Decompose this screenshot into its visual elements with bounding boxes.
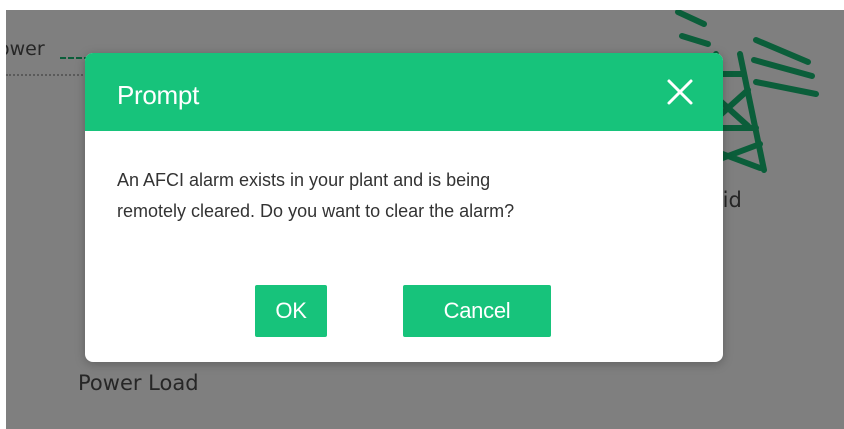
- power-load-label: Power Load: [78, 371, 199, 395]
- power-label: ower: [6, 38, 45, 60]
- dialog-message-line-1: An AFCI alarm exists in your plant and i…: [117, 170, 491, 190]
- dialog-header: Prompt: [85, 53, 723, 131]
- prompt-dialog: Prompt An AFCI alarm exists in your plan…: [85, 53, 723, 362]
- dialog-message-line-2: remotely cleared. Do you want to clear t…: [117, 201, 515, 221]
- dialog-title: Prompt: [117, 80, 200, 110]
- close-button[interactable]: [665, 77, 695, 107]
- power-flow-line: [6, 74, 94, 76]
- ok-button[interactable]: OK: [255, 285, 327, 337]
- dialog-message: An AFCI alarm exists in your plant and i…: [117, 165, 677, 227]
- close-icon: [667, 79, 693, 105]
- cancel-button[interactable]: Cancel: [403, 285, 551, 337]
